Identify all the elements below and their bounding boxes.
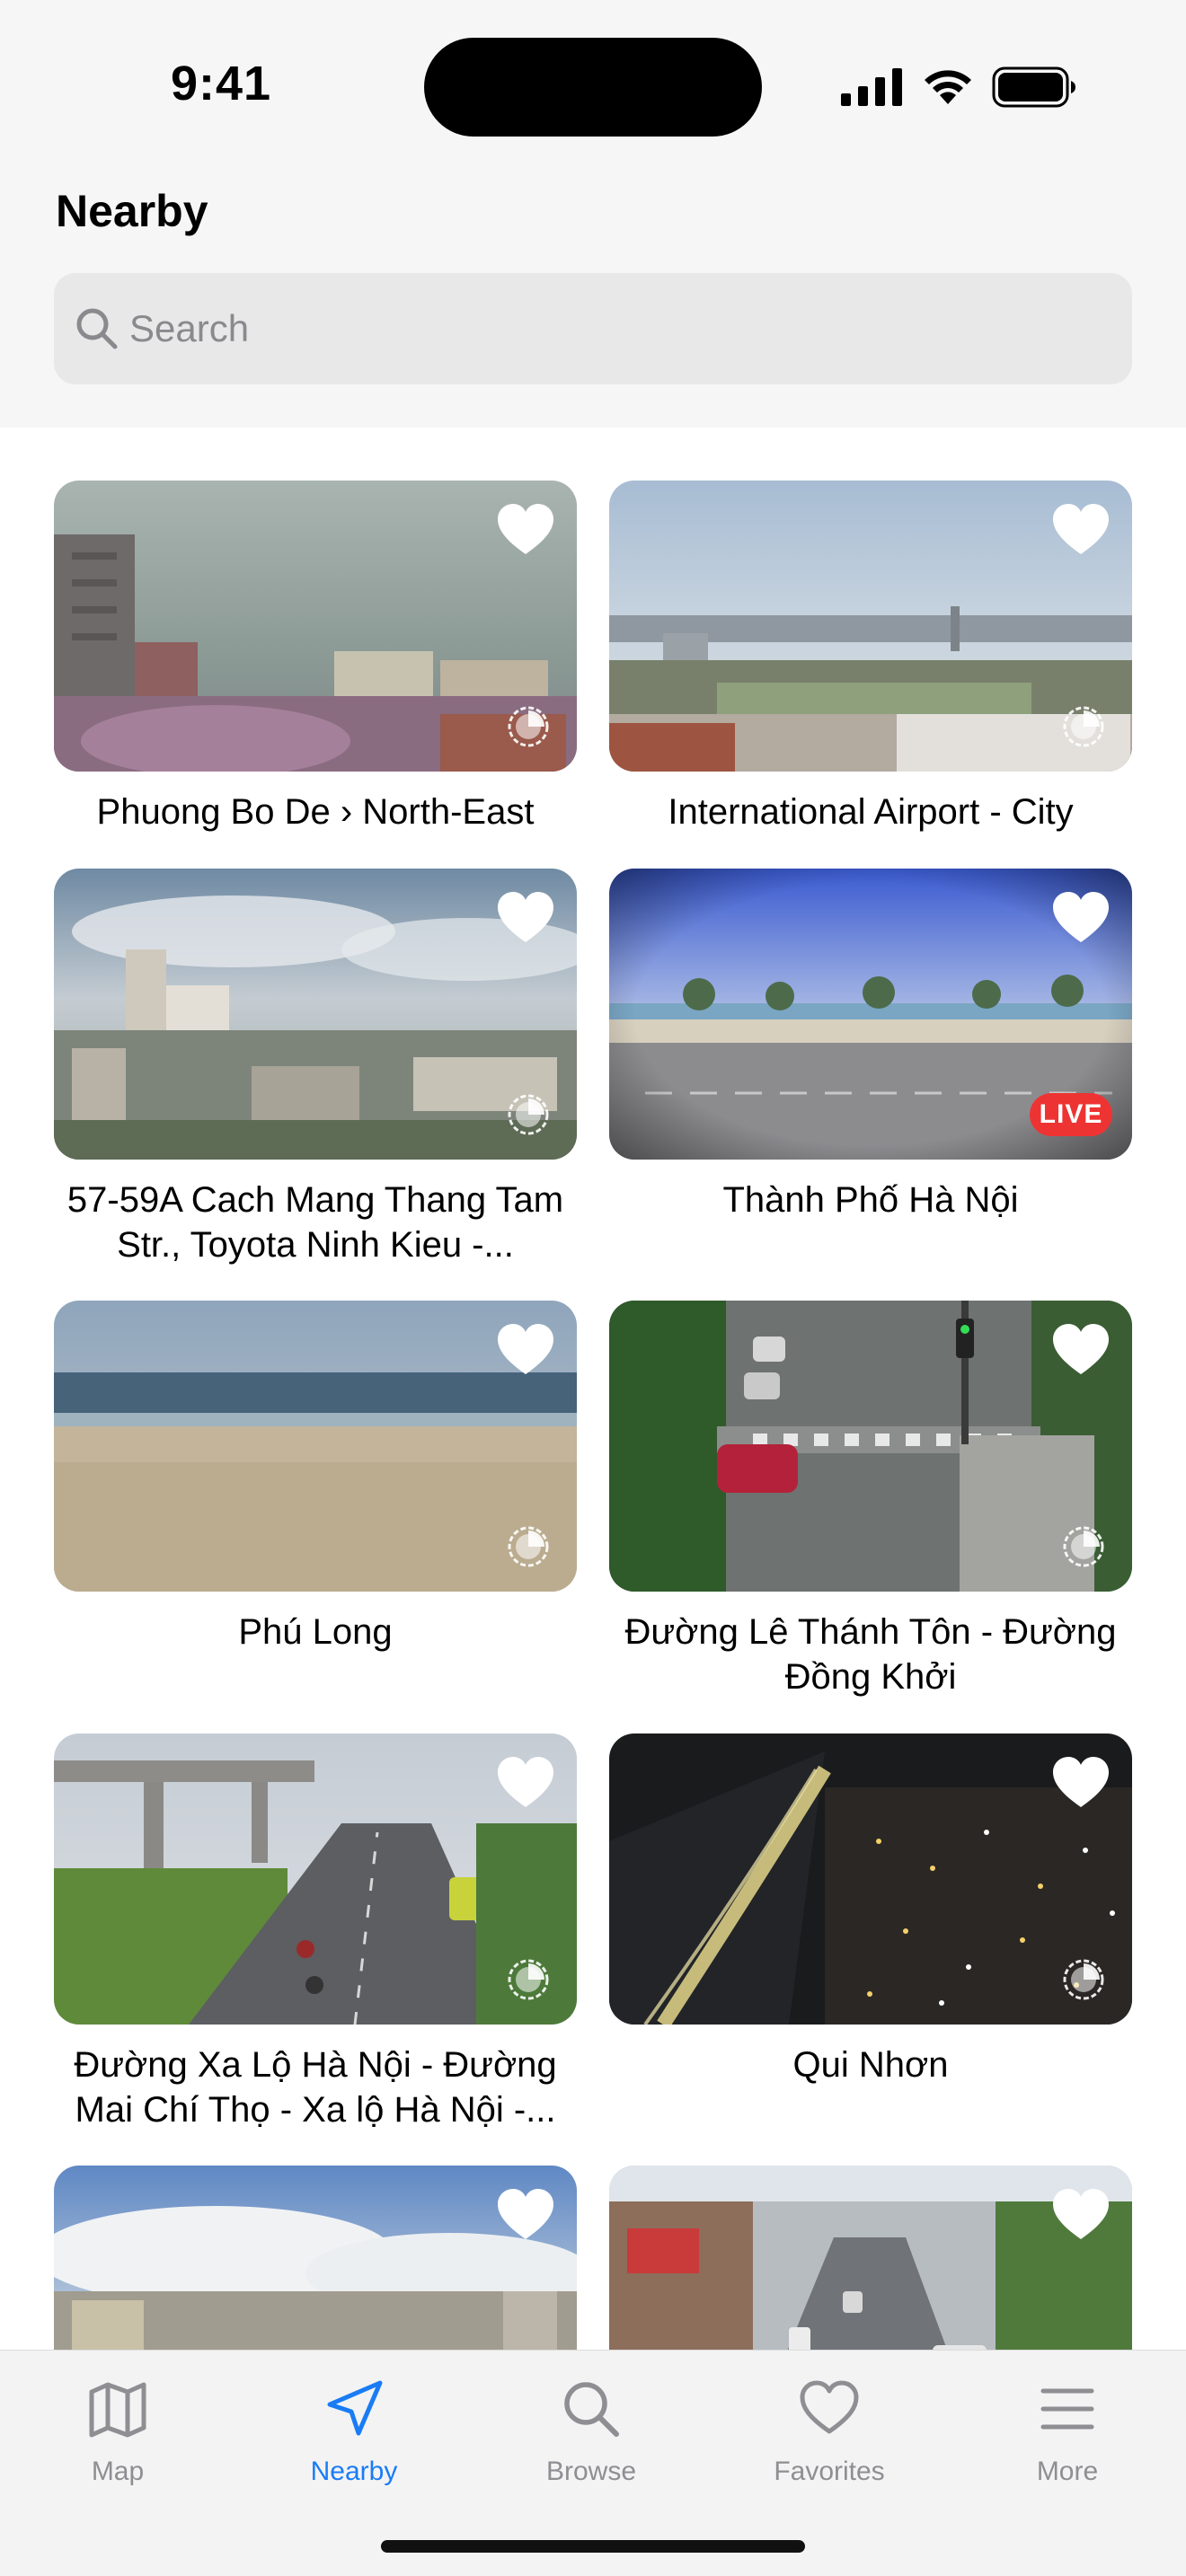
timelapse-icon <box>1063 1959 1104 2000</box>
map-icon <box>89 2382 146 2438</box>
header: 9:41 Nearby <box>0 0 1186 428</box>
camera-thumbnail[interactable] <box>54 869 577 1160</box>
search-icon <box>76 308 118 349</box>
timelapse-icon <box>508 706 549 747</box>
tab-browse[interactable]: Browse <box>501 2378 681 2503</box>
status-time: 9:41 <box>171 57 272 110</box>
camera-thumbnail[interactable] <box>609 2166 1132 2350</box>
favorite-heart-icon[interactable] <box>1053 1757 1109 1809</box>
tab-label: Map <box>91 2457 145 2486</box>
camera-thumbnail[interactable] <box>609 1301 1132 1592</box>
heart-icon <box>800 2380 859 2434</box>
favorite-heart-icon[interactable] <box>498 892 553 944</box>
favorite-heart-icon[interactable] <box>498 1324 553 1376</box>
camera-name: Thành Phố Hà Nội <box>722 1180 1019 1220</box>
tab-nearby[interactable]: Nearby <box>264 2378 444 2503</box>
favorite-heart-icon[interactable] <box>498 504 553 556</box>
menu-lines-icon <box>1040 2388 1094 2430</box>
camera-name: Đường Xa Lộ Hà Nội - Đường Mai Chí Thọ -… <box>74 2045 557 2130</box>
camera-name: International Airport - City <box>668 792 1074 832</box>
favorite-heart-icon[interactable] <box>1053 504 1109 556</box>
favorite-heart-icon[interactable] <box>498 1757 553 1809</box>
camera-name: Phú Long <box>238 1612 393 1652</box>
camera-thumbnail[interactable] <box>54 1734 577 2025</box>
favorite-heart-icon[interactable] <box>1053 1324 1109 1376</box>
tab-label: More <box>1036 2457 1099 2486</box>
magnifier-icon <box>564 2382 619 2437</box>
camera-name: Đường Lê Thánh Tôn - Đường Đồng Khởi <box>624 1612 1117 1697</box>
camera-name: Qui Nhơn <box>792 2045 949 2085</box>
home-indicator <box>381 2540 805 2553</box>
status-bar: 9:41 <box>0 0 1186 171</box>
nearby-screen: 9:41 Nearby Search Phuong Bo De › North-… <box>0 0 1186 2576</box>
camera-thumbnail[interactable] <box>54 2166 577 2350</box>
tab-label: Nearby <box>310 2457 398 2486</box>
wifi-icon <box>925 70 971 104</box>
location-arrow-icon <box>327 2380 383 2436</box>
tab-label: Browse <box>545 2457 637 2486</box>
search-input[interactable] <box>129 273 1100 384</box>
camera-name: Phuong Bo De › North-East <box>96 792 535 832</box>
camera-name: 57-59A Cach Mang Thang Tam Str., Toyota … <box>66 1180 564 1265</box>
timelapse-icon <box>508 1526 549 1567</box>
favorite-heart-icon[interactable] <box>498 2189 553 2241</box>
timelapse-icon <box>508 1094 549 1135</box>
tab-map[interactable]: Map <box>28 2378 208 2503</box>
timelapse-icon <box>1063 706 1104 747</box>
timelapse-icon <box>508 1959 549 2000</box>
battery-icon <box>992 66 1075 108</box>
tab-favorites[interactable]: Favorites <box>739 2378 919 2503</box>
page-title: Nearby <box>56 186 208 236</box>
dynamic-island <box>424 38 762 137</box>
camera-thumbnail[interactable] <box>609 1734 1132 2025</box>
tab-more[interactable]: More <box>978 2378 1157 2503</box>
camera-thumbnail[interactable] <box>609 481 1132 772</box>
camera-grid: Phuong Bo De › North-East International … <box>0 428 1186 2350</box>
camera-thumbnail[interactable]: LIVE <box>609 869 1132 1160</box>
camera-thumbnail[interactable] <box>54 1301 577 1592</box>
tab-label: Favorites <box>774 2457 885 2486</box>
favorite-heart-icon[interactable] <box>1053 2189 1109 2241</box>
favorite-heart-icon[interactable] <box>1053 892 1109 944</box>
camera-thumbnail[interactable] <box>54 481 577 772</box>
live-badge: LIVE <box>1030 1093 1112 1136</box>
search-bar[interactable] <box>54 273 1132 384</box>
timelapse-icon <box>1063 1526 1104 1567</box>
cellular-signal-icon <box>841 68 902 106</box>
